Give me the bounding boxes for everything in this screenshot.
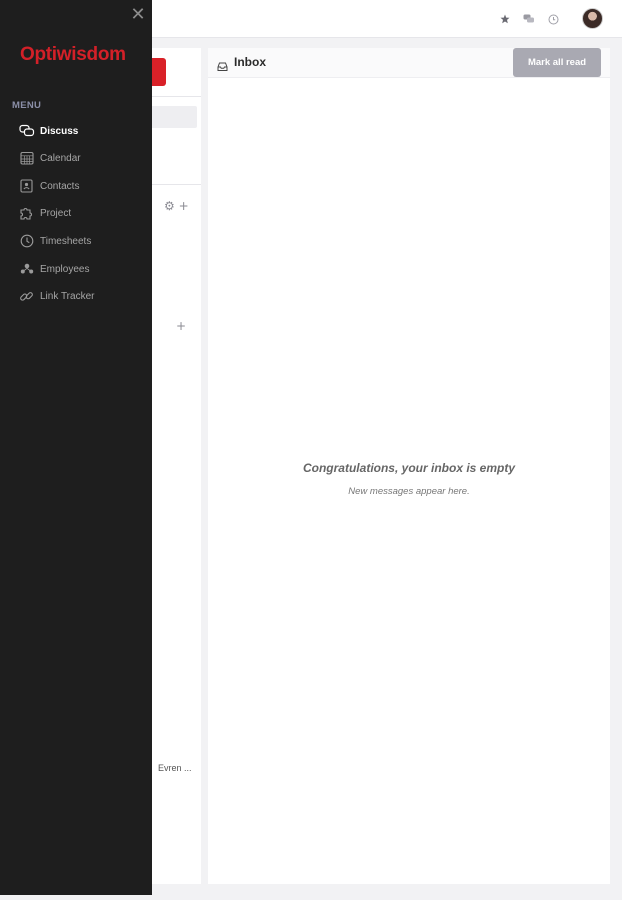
close-icon[interactable]: ✕ [129, 6, 147, 24]
page-title: Inbox [234, 55, 266, 69]
clock-icon[interactable] [546, 12, 560, 26]
contact-card-icon [18, 178, 35, 195]
menu-item-label: Link Tracker [40, 290, 95, 302]
menu-item-label: Discuss [40, 125, 79, 137]
mark-all-read-button[interactable]: Mark all read [513, 48, 601, 77]
empty-state-subtitle: New messages appear here. [348, 486, 470, 497]
people-icon [18, 261, 35, 278]
calendar-icon [18, 150, 35, 167]
menu-item-timesheets[interactable]: Timesheets [18, 231, 146, 251]
menu-item-discuss[interactable]: Discuss [18, 121, 146, 141]
menu-item-label: Employees [40, 263, 90, 275]
channel-actions[interactable]: ⚙ + [164, 199, 189, 213]
menu-item-employees[interactable]: Employees [18, 259, 146, 279]
clock-icon [18, 233, 35, 250]
menu-item-label: Timesheets [40, 235, 92, 247]
menu-item-link-tracker[interactable]: Link Tracker [18, 286, 146, 306]
direct-message-item[interactable]: Evren ... [158, 763, 192, 773]
empty-state-title: Congratulations, your inbox is empty [302, 461, 516, 475]
inbox-icon [217, 57, 228, 71]
menu-item-label: Project [40, 207, 72, 219]
menu-item-project[interactable]: Project [18, 203, 146, 223]
menu-item-label: Contacts [40, 180, 80, 192]
brand-logo: Optiwisdom [20, 44, 126, 65]
puzzle-icon [18, 205, 35, 222]
menu-item-calendar[interactable]: Calendar [18, 148, 146, 168]
user-avatar[interactable] [582, 8, 603, 29]
star-icon[interactable] [498, 12, 512, 26]
menu-item-contacts[interactable]: Contacts [18, 176, 146, 196]
add-direct-message-button[interactable]: + [176, 319, 186, 333]
navigation-drawer: ✕ Optiwisdom MENU Discuss Calendar Conta… [0, 0, 152, 895]
chat-icon[interactable] [522, 12, 536, 26]
menu-item-label: Calendar [40, 152, 81, 164]
inbox-panel: Inbox Mark all read Congratulations, you… [208, 48, 610, 884]
inbox-header: Inbox Mark all read [208, 48, 610, 78]
chat-icon [18, 123, 35, 140]
menu-heading: MENU [12, 100, 42, 111]
link-icon [18, 288, 35, 305]
